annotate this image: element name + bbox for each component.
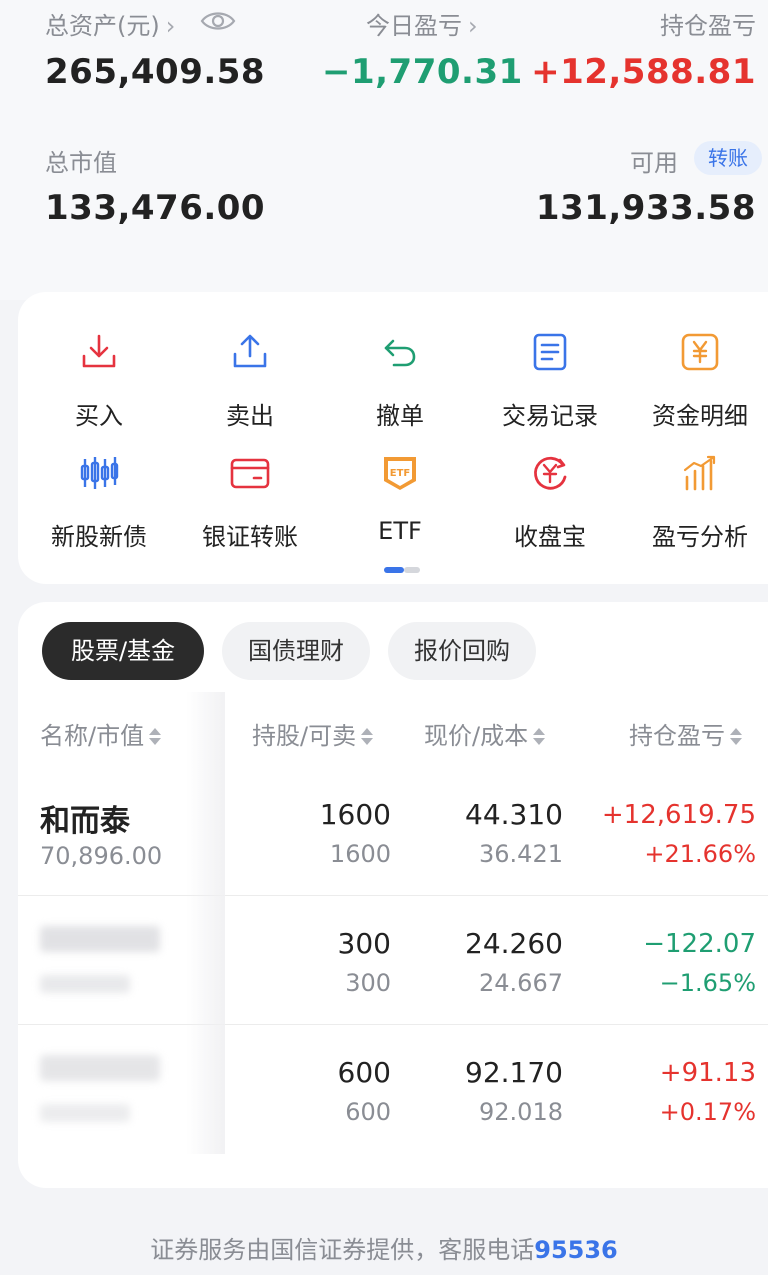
footer-notice: 证券服务由国信证券提供，客服电话95536: [0, 1230, 768, 1265]
action-ipo[interactable]: 新股新债: [24, 453, 174, 552]
action-label: 买入: [75, 402, 123, 430]
table-row[interactable]: 600 600 92.170 92.018 +91.13 +0.17%: [18, 1026, 768, 1154]
action-fund-details[interactable]: 资金明细: [625, 332, 768, 431]
header-label: 名称/市值: [40, 722, 145, 750]
sort-icon: [532, 727, 546, 747]
sellable: 1600: [329, 840, 391, 868]
tab-treasury-wealth[interactable]: 国债理财: [222, 622, 370, 680]
stock-market-value: 70,896.00: [40, 842, 163, 870]
stock-name-obscured: [40, 925, 160, 960]
chevron-right-icon: ›: [468, 12, 478, 40]
position-pnl-percent: +0.17%: [659, 1098, 756, 1126]
page-dot-active: [384, 567, 404, 573]
header-label: 持股/可卖: [252, 722, 357, 750]
service-phone-link[interactable]: 95536: [534, 1236, 618, 1264]
yuan-icon: [681, 333, 719, 371]
footer-text: 证券服务由国信证券提供，客服电话: [150, 1236, 535, 1264]
row-divider: [18, 1024, 768, 1025]
today-pnl-value: −1,770.31: [322, 52, 523, 92]
action-label: 新股新债: [51, 523, 147, 551]
action-pnl-analysis[interactable]: 盈亏分析: [625, 453, 768, 552]
header-shares-sellable[interactable]: 持股/可卖: [252, 716, 374, 751]
position-pnl-value: +12,588.81: [531, 52, 756, 92]
card-icon: [230, 458, 270, 489]
action-bank-transfer[interactable]: 银证转账: [175, 453, 325, 552]
position-pnl: −122.07: [643, 929, 756, 959]
shares: 300: [337, 927, 391, 960]
available-label: 可用: [630, 149, 678, 177]
cost-price: 24.667: [479, 969, 563, 997]
market-value-label: 总市值: [45, 149, 117, 177]
download-icon: [82, 334, 116, 368]
candlestick-icon: [80, 457, 119, 489]
available-value: 131,933.58: [535, 188, 756, 228]
eye-icon[interactable]: [200, 10, 236, 32]
yuan-cycle-icon: [534, 456, 567, 490]
tab-repo[interactable]: 报价回购: [388, 622, 536, 680]
position-pnl-label: 持仓盈亏: [660, 12, 756, 40]
sort-icon: [729, 727, 742, 747]
action-trade-records[interactable]: 交易记录: [475, 332, 625, 431]
cost-price: 36.421: [479, 840, 563, 868]
action-closing-treasure[interactable]: 收盘宝: [475, 453, 625, 552]
today-pnl-label: 今日盈亏: [366, 12, 462, 40]
table-row[interactable]: 和而泰 70,896.00 1600 1600 44.310 36.421 +1…: [18, 768, 768, 896]
chevron-right-icon: ›: [165, 12, 176, 40]
current-price: 24.260: [465, 927, 563, 960]
action-label: 撤单: [376, 402, 424, 430]
current-price: 92.170: [465, 1056, 563, 1089]
today-pnl-label-row[interactable]: 今日盈亏 ›: [366, 6, 478, 41]
shares: 600: [337, 1056, 391, 1089]
action-label: 资金明细: [652, 402, 748, 430]
header-position-pnl[interactable]: 持仓盈亏: [629, 716, 742, 751]
stock-name-obscured: [40, 1054, 160, 1089]
total-assets-label: 总资产(元): [45, 12, 160, 40]
transfer-badge[interactable]: 转账: [694, 141, 762, 175]
document-icon: [533, 333, 567, 371]
sort-icon: [148, 727, 162, 747]
current-price: 44.310: [465, 798, 563, 831]
header-label: 持仓盈亏: [629, 722, 725, 750]
action-label: 交易记录: [502, 402, 598, 430]
sort-icon: [360, 727, 374, 747]
action-buy[interactable]: 买入: [24, 332, 174, 431]
sellable: 600: [345, 1098, 391, 1126]
header-price-cost[interactable]: 现价/成本: [424, 716, 546, 751]
market-value-value: 133,476.00: [45, 188, 266, 228]
position-pnl: +12,619.75: [601, 800, 756, 830]
action-etf[interactable]: ETF ETF: [325, 453, 475, 545]
action-label: 银证转账: [202, 523, 298, 551]
sellable: 300: [345, 969, 391, 997]
stock-market-value-obscured: [40, 1100, 130, 1128]
stock-market-value-obscured: [40, 971, 130, 999]
tab-stocks-funds[interactable]: 股票/基金: [42, 622, 204, 680]
page-dot: [404, 567, 420, 573]
table-row[interactable]: 300 300 24.260 24.667 −122.07 −1.65%: [18, 897, 768, 1025]
row-divider: [18, 895, 768, 896]
stock-name: 和而泰: [40, 804, 130, 839]
action-sell[interactable]: 卖出: [175, 332, 325, 431]
undo-icon: [384, 339, 416, 367]
action-label: 卖出: [226, 402, 274, 430]
cost-price: 92.018: [479, 1098, 563, 1126]
action-label: ETF: [378, 517, 422, 545]
position-pnl: +91.13: [659, 1058, 756, 1088]
position-pnl-percent: +21.66%: [644, 840, 756, 868]
action-label: 盈亏分析: [652, 523, 748, 551]
header-name-market-value[interactable]: 名称/市值: [40, 716, 162, 751]
position-pnl-percent: −1.65%: [659, 969, 756, 997]
etf-icon: ETF: [384, 457, 416, 490]
asset-summary: 总资产(元) › 265,409.58 今日盈亏 › −1,770.31 持仓盈亏 …: [0, 0, 768, 300]
bar-chart-icon: [683, 455, 716, 491]
total-assets-label-row[interactable]: 总资产(元) ›: [45, 6, 175, 41]
shares: 1600: [319, 798, 391, 831]
header-label: 现价/成本: [424, 722, 529, 750]
action-cancel-order[interactable]: 撤单: [325, 332, 475, 431]
total-assets-value: 265,409.58: [45, 52, 266, 92]
action-label: 收盘宝: [514, 523, 586, 551]
svg-text:ETF: ETF: [390, 468, 410, 479]
upload-icon: [233, 334, 267, 368]
